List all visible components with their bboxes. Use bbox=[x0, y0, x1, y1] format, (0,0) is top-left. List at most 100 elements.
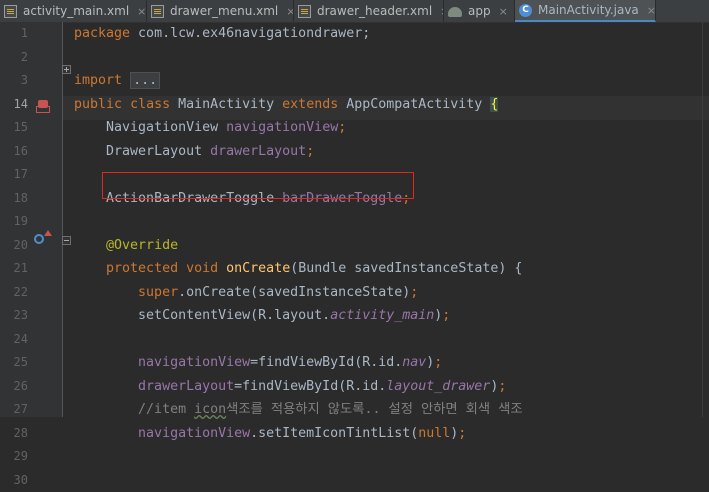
line-number[interactable]: 3 bbox=[0, 69, 28, 93]
code-text: com.lcw.ex46navigationdrawer; bbox=[130, 26, 370, 41]
field-name: navigationView bbox=[226, 120, 338, 135]
tab-label: app bbox=[462, 4, 491, 18]
android-module-icon bbox=[448, 7, 462, 17]
keyword: public bbox=[74, 97, 122, 112]
line-number[interactable]: 20 bbox=[0, 234, 28, 258]
comment: //item bbox=[138, 402, 194, 417]
code-text: .onCreate(savedInstanceState) bbox=[178, 285, 410, 300]
line-number[interactable]: 21 bbox=[0, 257, 28, 281]
code-line-22[interactable]: super.onCreate(savedInstanceState); bbox=[74, 281, 523, 305]
keyword: void bbox=[186, 261, 218, 276]
tab-label: drawer_menu.xml bbox=[164, 4, 278, 18]
semicolon: ; bbox=[306, 144, 314, 159]
static-field: layout_drawer bbox=[386, 379, 490, 394]
close-icon[interactable]: × bbox=[647, 4, 656, 17]
code-line-3[interactable]: import ... bbox=[74, 69, 523, 93]
line-number[interactable]: 16 bbox=[0, 140, 28, 164]
xml-file-icon bbox=[4, 5, 17, 18]
code-line-24[interactable] bbox=[74, 328, 523, 352]
keyword: protected bbox=[106, 261, 178, 276]
close-icon[interactable]: × bbox=[137, 5, 146, 18]
line-number[interactable]: 30 bbox=[0, 469, 28, 492]
field-name: drawerLayout bbox=[210, 144, 306, 159]
folded-imports[interactable]: ... bbox=[130, 72, 160, 89]
code-text: (Bundle savedInstanceState) { bbox=[290, 261, 522, 276]
code-line-21[interactable]: protected void onCreate(Bundle savedInst… bbox=[74, 257, 523, 281]
code-line-19[interactable] bbox=[74, 210, 523, 234]
line-number[interactable]: 2 bbox=[0, 46, 28, 70]
code-line-16[interactable]: DrawerLayout drawerLayout; bbox=[74, 140, 523, 164]
line-number-current[interactable]: 14 bbox=[0, 93, 28, 117]
override-arrow-icon[interactable] bbox=[44, 230, 52, 236]
method-name: onCreate bbox=[226, 261, 290, 276]
code-line-14[interactable]: public class MainActivity extends AppCom… bbox=[74, 93, 523, 117]
line-number[interactable]: 24 bbox=[0, 328, 28, 352]
editor-tab-bar: activity_main.xml × drawer_menu.xml × dr… bbox=[0, 0, 709, 23]
code-text: =findViewById(R.id. bbox=[234, 379, 386, 394]
comment: 색조를 적용하지 않도록.. 설정 안하면 회색 색조 bbox=[226, 402, 522, 417]
tab-activity-main-xml[interactable]: activity_main.xml × bbox=[0, 0, 147, 22]
field-name: drawerLayout bbox=[138, 379, 234, 394]
tab-label: activity_main.xml bbox=[17, 4, 129, 18]
line-number[interactable]: 18 bbox=[0, 187, 28, 211]
code-line-20[interactable]: @Override bbox=[74, 234, 523, 258]
code-line-29[interactable] bbox=[74, 445, 523, 469]
lcw-class-gutter-icon[interactable] bbox=[36, 100, 50, 114]
semicolon: ; bbox=[442, 308, 450, 323]
code-line-25[interactable]: navigationView=findViewById(R.id.nav); bbox=[74, 351, 523, 375]
tab-app[interactable]: app × bbox=[444, 0, 515, 22]
code-line-2[interactable] bbox=[74, 46, 523, 70]
semicolon: ; bbox=[338, 120, 346, 135]
code-line-1[interactable]: package com.lcw.ex46navigationdrawer; bbox=[74, 22, 523, 46]
class-name: MainActivity bbox=[170, 97, 282, 112]
keyword: import bbox=[74, 73, 122, 88]
line-number[interactable]: 23 bbox=[0, 304, 28, 328]
semicolon: ; bbox=[434, 355, 442, 370]
line-number[interactable]: 17 bbox=[0, 163, 28, 187]
line-number[interactable]: 15 bbox=[0, 116, 28, 140]
right-margin-guide bbox=[702, 22, 703, 417]
line-number[interactable]: 28 bbox=[0, 422, 28, 446]
code-lines: package com.lcw.ex46navigationdrawer; im… bbox=[74, 22, 523, 492]
line-number[interactable]: 26 bbox=[0, 375, 28, 399]
code-line-23[interactable]: setContentView(R.layout.activity_main); bbox=[74, 304, 523, 328]
override-method-icon[interactable] bbox=[34, 234, 44, 244]
semicolon: ; bbox=[410, 285, 418, 300]
code-line-27[interactable]: //item icon색조를 적용하지 않도록.. 설정 안하면 회색 색조 bbox=[74, 398, 523, 422]
tab-drawer-menu-xml[interactable]: drawer_menu.xml × bbox=[147, 0, 294, 22]
close-icon[interactable]: × bbox=[499, 5, 508, 18]
tab-label: drawer_header.xml bbox=[311, 4, 432, 18]
line-number[interactable]: 25 bbox=[0, 351, 28, 375]
code-line-28[interactable]: navigationView.setItemIconTintList(null)… bbox=[74, 422, 523, 446]
semicolon: ; bbox=[458, 426, 466, 441]
keyword: null bbox=[418, 426, 450, 441]
tab-drawer-header-xml[interactable]: drawer_header.xml × bbox=[294, 0, 444, 22]
line-number[interactable]: 1 bbox=[0, 22, 28, 46]
line-number[interactable]: 29 bbox=[0, 445, 28, 469]
field-name: navigationView bbox=[138, 426, 250, 441]
code-line-15[interactable]: NavigationView navigationView; bbox=[74, 116, 523, 140]
static-field: activity_main bbox=[330, 308, 434, 323]
editor-gutter: 1 2 3 14 15 16 17 18 19 20 21 22 23 24 2… bbox=[0, 22, 63, 417]
xml-file-icon bbox=[298, 5, 311, 18]
code-text: .setItemIconTintList( bbox=[250, 426, 418, 441]
keyword: super bbox=[138, 285, 178, 300]
annotation: @Override bbox=[106, 238, 178, 253]
tab-main-activity-java[interactable]: C MainActivity.java × bbox=[515, 0, 656, 22]
type-name: DrawerLayout bbox=[106, 144, 210, 159]
line-number[interactable]: 22 bbox=[0, 281, 28, 305]
close-icon[interactable]: × bbox=[286, 5, 294, 18]
code-text: setContentView(R.layout. bbox=[138, 308, 330, 323]
code-line-26[interactable]: drawerLayout=findViewById(R.id.layout_dr… bbox=[74, 375, 523, 399]
static-field: nav bbox=[402, 355, 426, 370]
matched-brace: { bbox=[490, 97, 498, 112]
code-text: =findViewById(R.id. bbox=[250, 355, 402, 370]
line-number[interactable]: 19 bbox=[0, 210, 28, 234]
code-editor[interactable]: package com.lcw.ex46navigationdrawer; im… bbox=[63, 22, 709, 417]
code-line-30[interactable] bbox=[74, 469, 523, 492]
line-number[interactable]: 27 bbox=[0, 398, 28, 422]
keyword: class bbox=[130, 97, 170, 112]
annotation-highlight-box bbox=[102, 172, 414, 199]
java-class-icon: C bbox=[519, 4, 532, 17]
line-numbers: 1 2 3 14 15 16 17 18 19 20 21 22 23 24 2… bbox=[0, 22, 28, 492]
